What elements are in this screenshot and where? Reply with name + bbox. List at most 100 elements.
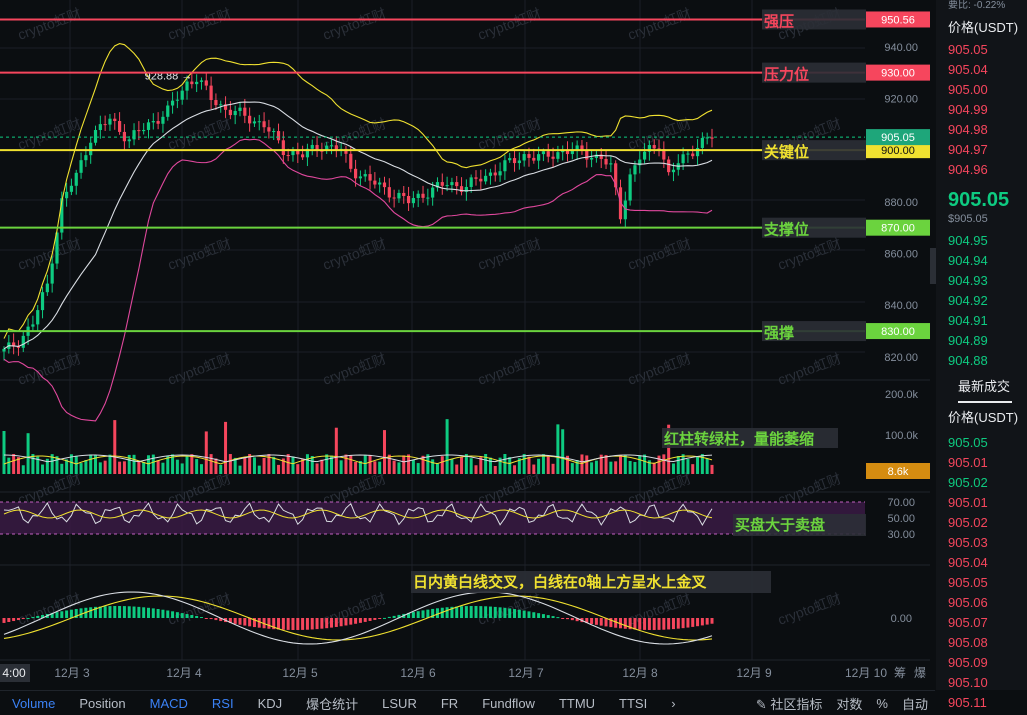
tab-fundflow[interactable]: Fundflow: [470, 696, 547, 711]
macd-bar: [623, 618, 627, 629]
macd-bar: [696, 618, 700, 627]
macd-bar: [277, 618, 281, 630]
trade-price: 905.10: [948, 675, 988, 690]
candle-body: [252, 121, 257, 124]
macd-bar: [325, 618, 329, 629]
rsi-tick: 30.00: [887, 529, 915, 541]
volume-bar: [320, 459, 324, 474]
volume-bar: [628, 460, 632, 474]
ask-price: 904.99: [948, 102, 988, 117]
x-tick: 12月 7: [508, 666, 544, 680]
volume-bar: [146, 455, 150, 474]
candle-body: [238, 107, 242, 111]
auto-scale-toggle[interactable]: 自动: [895, 694, 935, 713]
candle-body: [474, 177, 478, 179]
volume-bar: [469, 458, 473, 474]
candle-body: [248, 115, 252, 124]
tab-爆仓统计[interactable]: 爆仓统计: [294, 694, 370, 713]
candle-body: [378, 182, 382, 185]
volume-bar: [662, 454, 666, 474]
volume-bar: [590, 462, 594, 474]
volume-bar: [368, 454, 372, 474]
log-scale-toggle[interactable]: 对数: [829, 694, 869, 713]
macd-bar: [161, 609, 165, 618]
macd-bar: [79, 608, 83, 618]
volume-bar: [585, 455, 589, 474]
volume-bar: [464, 454, 468, 474]
candle-body: [503, 160, 507, 172]
percent-toggle[interactable]: %: [869, 696, 895, 711]
macd-bar: [60, 611, 64, 618]
macd-bar: [238, 618, 242, 625]
axis-icon-label: 筹: [894, 666, 906, 680]
rsi-pane[interactable]: 买盘大于卖盘: [0, 501, 866, 536]
macd-bar: [334, 618, 338, 627]
macd-bar: [604, 618, 608, 627]
macd-bar: [599, 618, 603, 626]
volume-bar: [354, 462, 358, 474]
level-price-tag: 950.56: [881, 14, 915, 26]
volume-bar: [421, 455, 425, 474]
chart-area[interactable]: crypto虹财 crypto虹财 crypto虹财 crypto虹财 crypto虹财…: [0, 0, 1027, 714]
price-tick: 840.00: [884, 300, 918, 312]
tab-rsi[interactable]: RSI: [200, 696, 246, 711]
bid-price: 904.94: [948, 253, 988, 268]
level-label: 压力位: [764, 66, 809, 84]
candle-body: [45, 283, 49, 293]
tab-kdj[interactable]: KDJ: [246, 696, 295, 711]
volume-bar: [416, 463, 420, 474]
macd-bar: [594, 618, 598, 625]
macd-bar: [691, 618, 695, 627]
current-price-tag: 905.05: [881, 132, 915, 144]
volume-bar: [546, 456, 550, 474]
tab-fr[interactable]: FR: [429, 696, 470, 711]
bid-price: 904.88: [948, 353, 988, 368]
rsi-tick: 70.00: [887, 497, 915, 509]
volume-bar: [12, 454, 16, 474]
macd-bar: [479, 606, 483, 618]
bid-price: 904.89: [948, 333, 988, 348]
candle-body: [686, 153, 690, 155]
level-label: 支撑位: [763, 221, 809, 239]
candle-body: [166, 105, 170, 117]
trade-price: 905.06: [948, 595, 988, 610]
bid-price: 904.95: [948, 233, 988, 248]
volume-bar: [633, 462, 637, 474]
candle-body: [36, 310, 40, 325]
volume-bar: [113, 420, 117, 474]
tab-macd[interactable]: MACD: [138, 696, 200, 711]
tab-ttmu[interactable]: TTMU: [547, 696, 607, 711]
tab-ttsi[interactable]: TTSI: [607, 696, 659, 711]
candle-body: [382, 182, 387, 188]
tab-lsur[interactable]: LSUR: [370, 696, 429, 711]
macd-bar: [671, 618, 675, 630]
tab-volume[interactable]: Volume: [0, 696, 67, 711]
tab-position[interactable]: Position: [67, 696, 137, 711]
x-tick: 12月 5: [282, 666, 318, 680]
volume-bar: [363, 454, 367, 474]
macd-bar: [339, 618, 343, 627]
macd-bar: [700, 618, 704, 626]
macd-bar: [320, 618, 324, 629]
candle-body: [113, 118, 117, 122]
candle-body: [402, 192, 406, 196]
volume-bar: [344, 454, 348, 474]
volume-bar: [623, 454, 627, 474]
macd-bar: [21, 618, 25, 620]
macd-bar: [667, 618, 671, 630]
macd-bar: [464, 606, 468, 618]
macd-bar: [257, 618, 261, 628]
chevron-right-icon[interactable]: ›: [659, 696, 687, 711]
level-price-tag: 900.00: [881, 145, 915, 157]
community-indicator-button[interactable]: ✎ 社区指标: [749, 694, 830, 713]
candle-body: [137, 130, 141, 132]
macd-bar: [291, 618, 295, 630]
volume-bar: [474, 465, 478, 474]
macd-bar: [137, 606, 141, 618]
macd-bar: [180, 613, 184, 618]
candle-body: [363, 174, 367, 177]
candle-body: [142, 129, 146, 132]
candle-body: [84, 155, 88, 161]
candle-body: [633, 165, 637, 175]
macd-bar: [156, 609, 160, 618]
